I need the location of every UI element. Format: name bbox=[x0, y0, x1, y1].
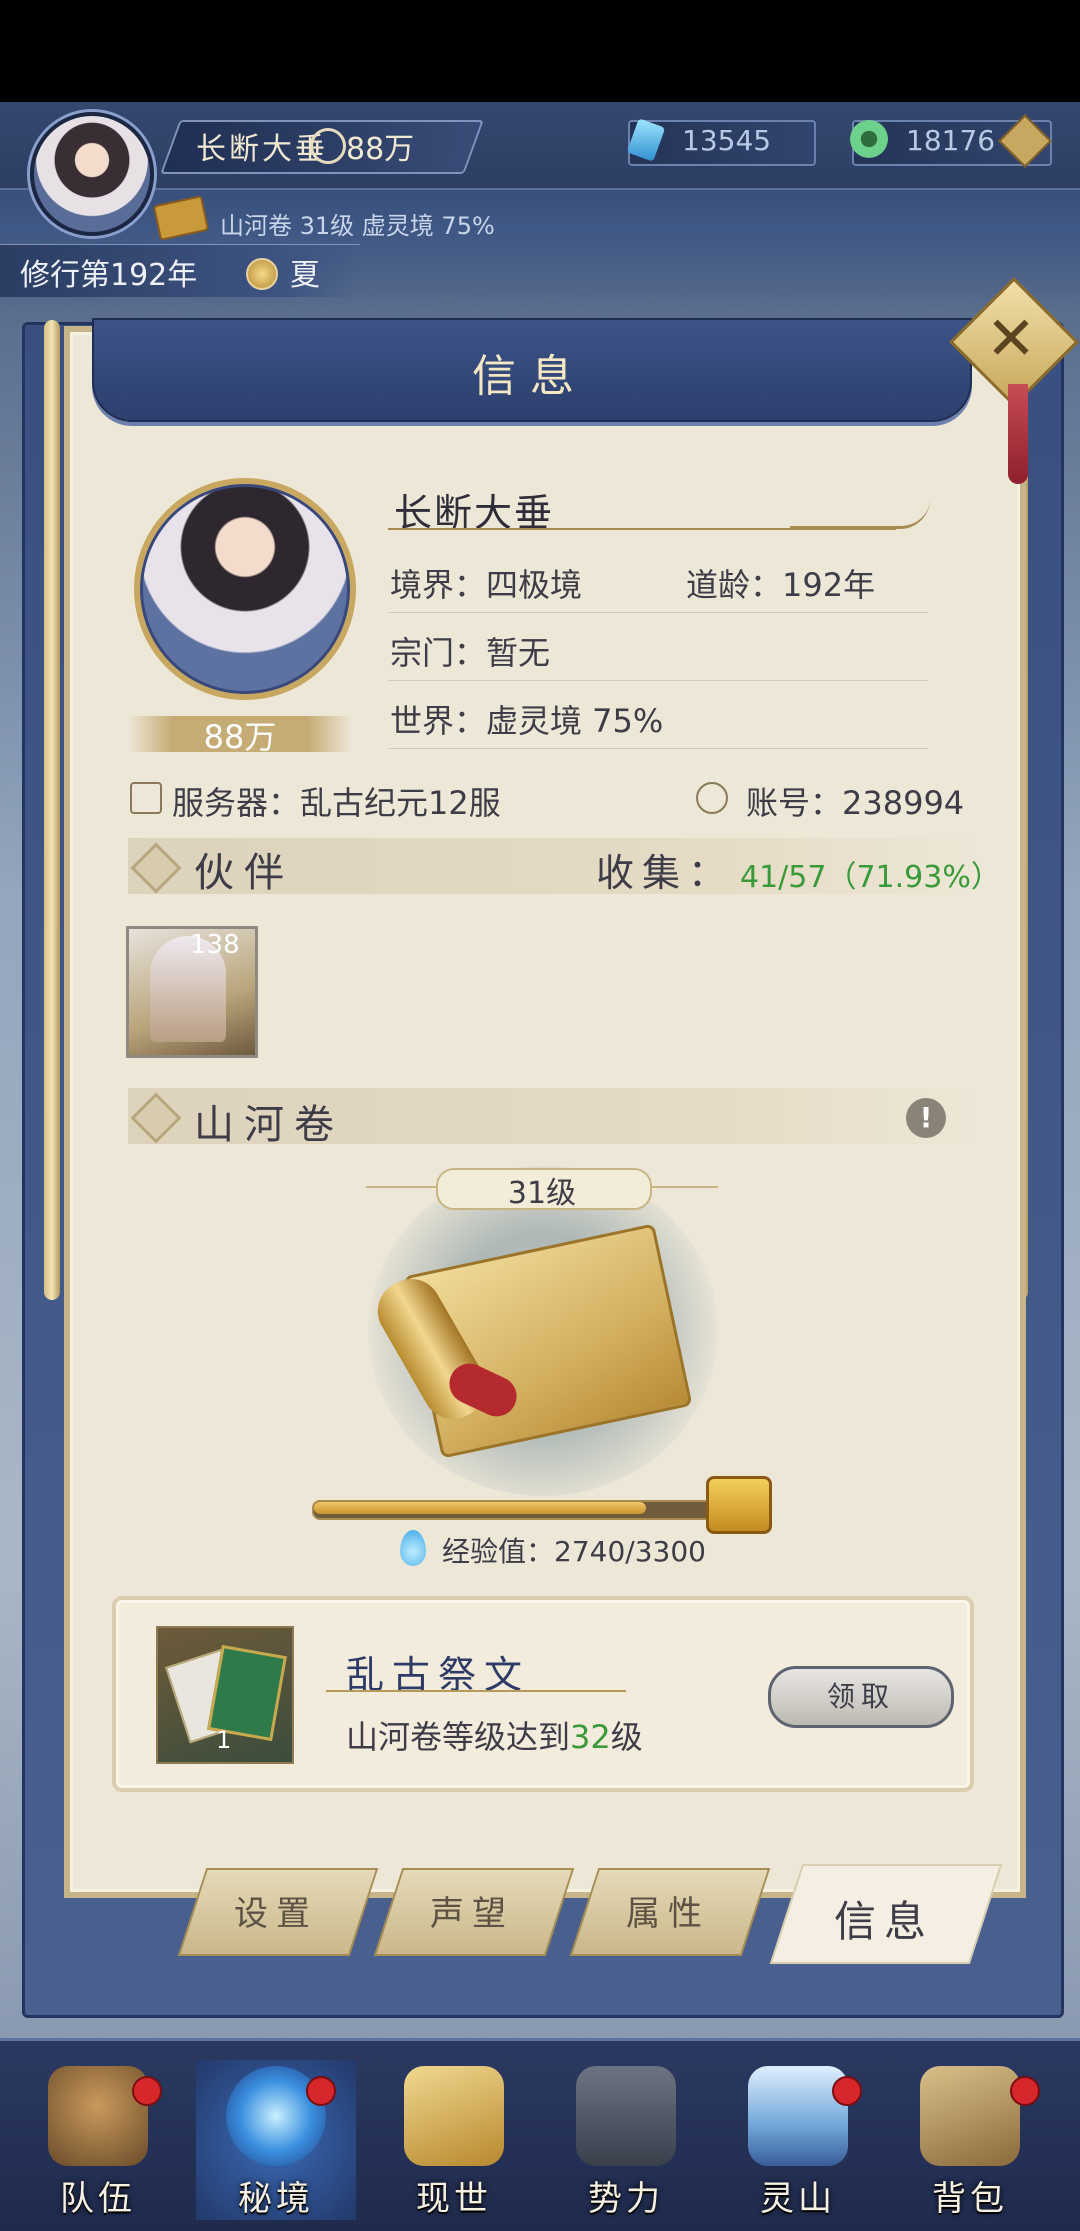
divider bbox=[388, 748, 928, 749]
nav-world-label: 现世 bbox=[416, 2179, 492, 2219]
notification-badge bbox=[132, 2076, 162, 2106]
faction-icon bbox=[576, 2066, 676, 2166]
player-name: 长断大垂 bbox=[196, 132, 328, 167]
partners-title: 伙伴 bbox=[194, 850, 294, 896]
tab-settings-label: 设置 bbox=[234, 1894, 318, 1934]
backpack-icon bbox=[920, 2066, 1020, 2166]
divider bbox=[388, 612, 928, 613]
notification-badge bbox=[832, 2076, 862, 2106]
nav-world[interactable]: 现世 bbox=[374, 2060, 534, 2220]
tab-info-label: 信息 bbox=[833, 1897, 934, 1946]
jade-amount: 13545 bbox=[682, 124, 772, 157]
power-icon bbox=[310, 128, 346, 164]
profile-portrait[interactable] bbox=[134, 478, 356, 700]
exp-label: 经验值：2740/3300 bbox=[442, 1535, 706, 1568]
brush-icon bbox=[790, 474, 930, 529]
account-label: 账号：238994 bbox=[746, 784, 965, 822]
world-icon bbox=[404, 2066, 504, 2166]
reward-desc-level: 32 bbox=[570, 1718, 611, 1756]
treasure-chest-icon[interactable] bbox=[706, 1476, 772, 1534]
reward-desc: 山河卷等级达到32级 bbox=[346, 1712, 643, 1758]
cultivation-year: 修行第192年 bbox=[20, 258, 198, 293]
reward-desc-prefix: 山河卷等级达到 bbox=[346, 1718, 571, 1756]
player-avatar[interactable] bbox=[30, 112, 154, 236]
scroll-summary: 山河卷 31级 虚灵境 75% bbox=[220, 212, 495, 240]
team-icon bbox=[48, 2066, 148, 2166]
exp-bar-fill bbox=[314, 1502, 646, 1514]
tassel-decoration bbox=[1008, 384, 1028, 484]
tab-attributes-label: 属性 bbox=[626, 1894, 710, 1934]
nav-faction[interactable]: 势力 bbox=[546, 2060, 706, 2220]
sun-icon bbox=[246, 258, 278, 290]
coin-icon bbox=[850, 120, 888, 158]
nav-spirit-mountain-label: 灵山 bbox=[760, 2179, 836, 2219]
tab-reputation-label: 声望 bbox=[430, 1894, 514, 1934]
shanhe-title: 山河卷 bbox=[194, 1102, 344, 1148]
exp-flame-icon bbox=[400, 1530, 426, 1566]
scroll-level: 31级 bbox=[507, 1176, 577, 1211]
notification-badge bbox=[306, 2076, 336, 2106]
nav-backpack-label: 背包 bbox=[932, 2179, 1008, 2219]
collect-label: 收集： bbox=[596, 851, 735, 895]
mountain-icon bbox=[748, 2066, 848, 2166]
age-label: 道龄：192年 bbox=[686, 566, 876, 604]
realm-label: 境界：四极境 bbox=[390, 566, 583, 604]
divider bbox=[388, 680, 928, 681]
reward-desc-suffix: 级 bbox=[610, 1718, 643, 1756]
coin-amount: 18176 bbox=[906, 124, 996, 157]
player-power: 88万 bbox=[346, 132, 415, 167]
panel-title: 信息 bbox=[472, 351, 588, 402]
nav-team-label: 队伍 bbox=[60, 2179, 136, 2219]
reward-count: 1 bbox=[216, 1726, 232, 1754]
season: 夏 bbox=[290, 258, 320, 293]
collect-value: 41/57（71.93%） bbox=[740, 860, 1001, 895]
server-icon bbox=[130, 782, 162, 814]
left-pole bbox=[44, 320, 60, 1300]
world-label: 世界：虚灵境 75% bbox=[390, 702, 664, 740]
info-icon[interactable]: ! bbox=[906, 1098, 946, 1138]
partner-level: 138 bbox=[190, 930, 240, 960]
nav-secret-realm-label: 秘境 bbox=[238, 2179, 314, 2219]
status-bar bbox=[0, 0, 1080, 102]
claim-button[interactable]: 领取 bbox=[768, 1666, 954, 1728]
notification-badge bbox=[1010, 2076, 1040, 2106]
reward-divider bbox=[326, 1690, 626, 1692]
server-label: 服务器：乱古纪元12服 bbox=[172, 784, 501, 822]
account-icon bbox=[696, 782, 728, 814]
sect-label: 宗门：暂无 bbox=[390, 634, 551, 672]
close-icon[interactable]: ✕ bbox=[968, 296, 1054, 382]
nav-faction-label: 势力 bbox=[588, 2179, 664, 2219]
